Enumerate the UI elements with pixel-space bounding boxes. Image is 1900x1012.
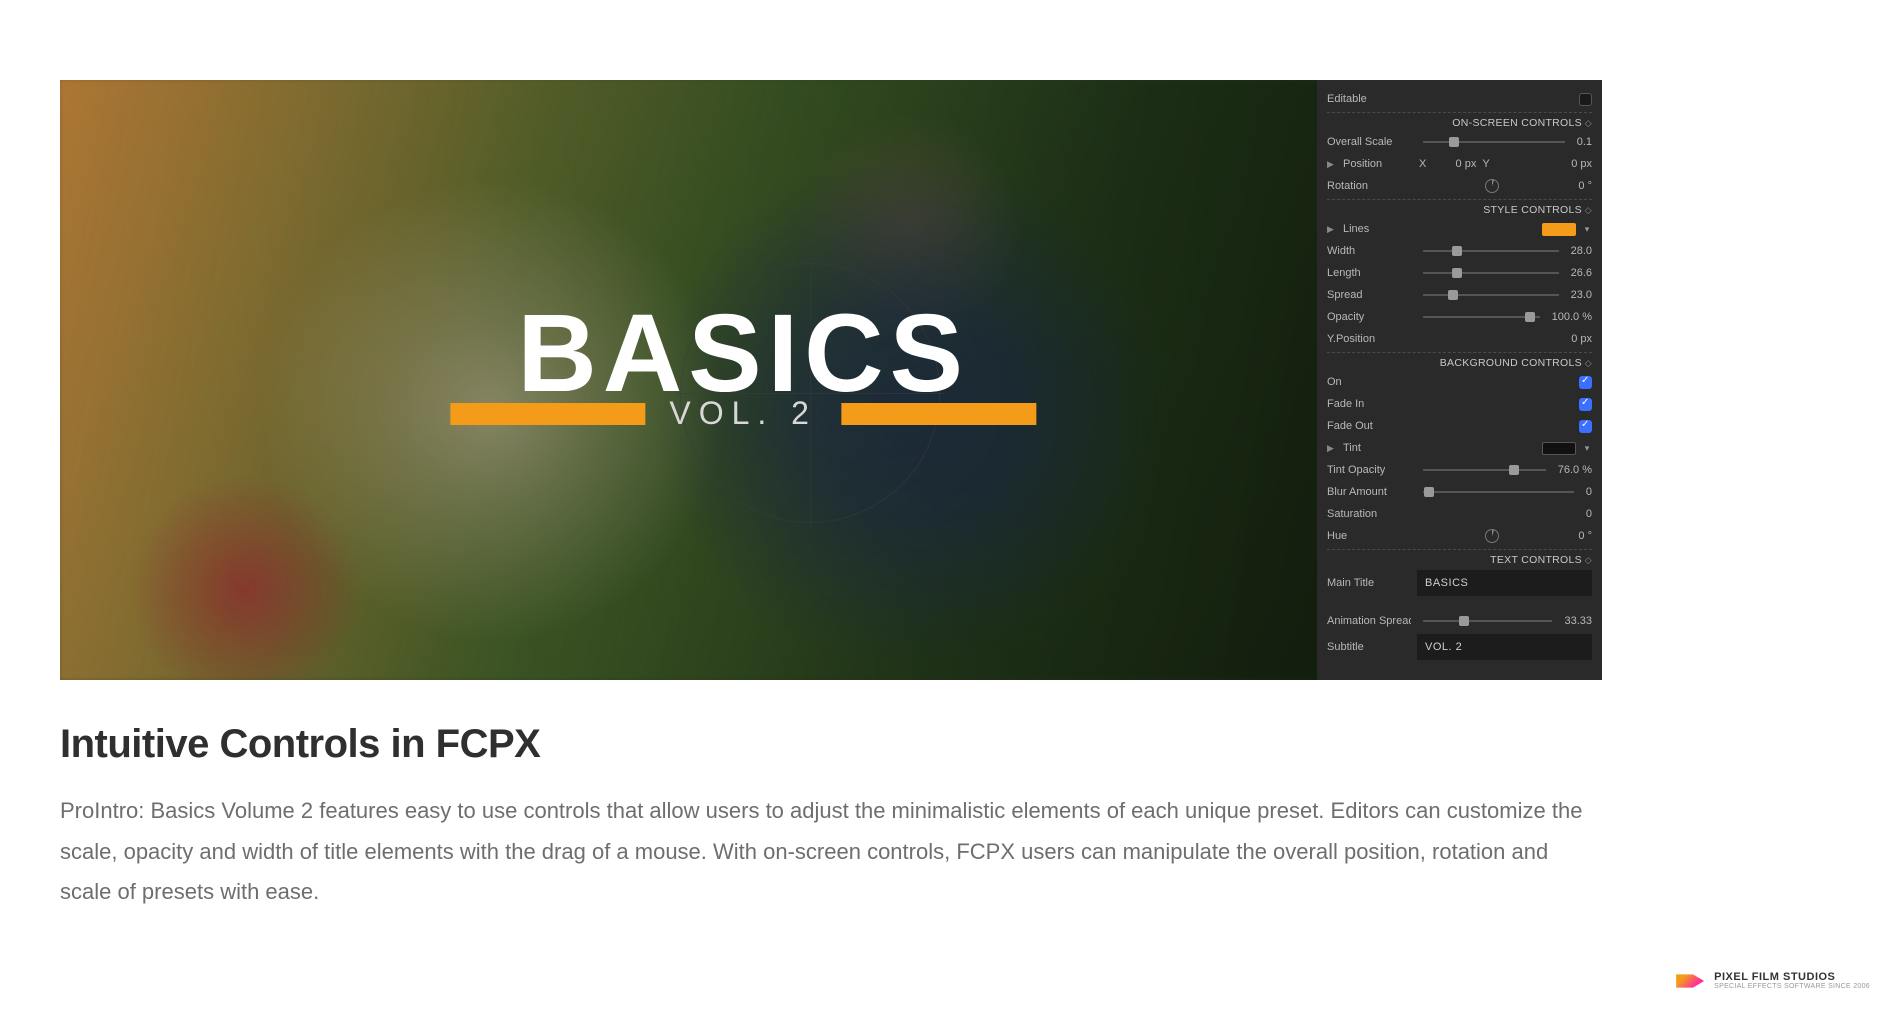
position-y-label: Y <box>1482 158 1489 170</box>
length-value[interactable]: 26.6 <box>1571 267 1592 279</box>
hue-label: Hue <box>1327 530 1411 542</box>
length-label: Length <box>1327 267 1411 279</box>
blur-amount-value[interactable]: 0 <box>1586 486 1592 498</box>
tint-label: Tint <box>1343 442 1413 454</box>
lines-color-swatch[interactable] <box>1542 223 1576 236</box>
brand-badge: PIXEL FILM STUDIOS SPECIAL EFFECTS SOFTW… <box>1676 970 1870 992</box>
animation-spread-slider[interactable] <box>1423 620 1552 622</box>
overall-scale-value[interactable]: 0.1 <box>1577 136 1592 148</box>
overall-scale-slider[interactable] <box>1423 141 1565 143</box>
section-onscreen-controls: ON-SCREEN CONTROLS <box>1327 117 1592 129</box>
article-heading: Intuitive Controls in FCPX <box>60 722 1620 767</box>
section-style-controls: STYLE CONTROLS <box>1327 204 1592 216</box>
opacity-value[interactable]: 100.0 % <box>1552 311 1592 323</box>
editable-label: Editable <box>1327 93 1411 105</box>
brand-name: PIXEL FILM STUDIOS <box>1714 971 1870 983</box>
spread-slider[interactable] <box>1423 294 1559 296</box>
preview-screenshot: BASICS VOL. 2 Editable ON-SCREEN CONTROL… <box>60 80 1602 680</box>
section-background-controls: BACKGROUND CONTROLS <box>1327 357 1592 369</box>
overall-scale-label: Overall Scale <box>1327 136 1411 148</box>
animation-spread-value[interactable]: 33.33 <box>1564 615 1592 627</box>
rotation-label: Rotation <box>1327 180 1411 192</box>
brand-tagline: SPECIAL EFFECTS SOFTWARE SINCE 2006 <box>1714 983 1870 991</box>
disclosure-triangle-icon[interactable]: ▶ <box>1327 224 1337 235</box>
spread-label: Spread <box>1327 289 1411 301</box>
disclosure-triangle-icon[interactable]: ▶ <box>1327 443 1337 454</box>
hue-dial[interactable] <box>1485 529 1499 543</box>
position-x-value[interactable]: 0 px <box>1432 158 1476 170</box>
fade-in-checkbox[interactable] <box>1579 398 1592 411</box>
subtitle-field-label: Subtitle <box>1327 641 1411 653</box>
width-value[interactable]: 28.0 <box>1571 245 1592 257</box>
bg-on-checkbox[interactable] <box>1579 376 1592 389</box>
blur-amount-label: Blur Amount <box>1327 486 1411 498</box>
chevron-down-icon[interactable]: ▾ <box>1582 224 1592 235</box>
overlay-main-title: BASICS <box>450 304 1036 403</box>
blur-amount-slider[interactable] <box>1423 491 1574 493</box>
overlay-bar-right <box>841 403 1036 425</box>
lines-label: Lines <box>1343 223 1413 235</box>
hue-value[interactable]: 0 ° <box>1578 530 1592 542</box>
fade-in-label: Fade In <box>1327 398 1411 410</box>
chevron-down-icon[interactable]: ▾ <box>1582 443 1592 454</box>
rotation-dial[interactable] <box>1485 179 1499 193</box>
editable-checkbox[interactable] <box>1579 93 1592 106</box>
overlay-bar-left <box>450 403 645 425</box>
overlay-subtitle: VOL. 2 <box>669 395 817 432</box>
yposition-value[interactable]: 0 px <box>1571 333 1592 345</box>
main-title-field-label: Main Title <box>1327 577 1411 589</box>
opacity-slider[interactable] <box>1423 316 1540 318</box>
position-label: Position <box>1343 158 1413 170</box>
subtitle-input[interactable]: VOL. 2 <box>1417 634 1592 660</box>
tint-opacity-label: Tint Opacity <box>1327 464 1411 476</box>
section-text-controls: TEXT CONTROLS <box>1327 554 1592 566</box>
fade-out-checkbox[interactable] <box>1579 420 1592 433</box>
opacity-label: Opacity <box>1327 311 1411 323</box>
animation-spread-label: Animation Spread <box>1327 615 1411 627</box>
main-title-input[interactable]: BASICS <box>1417 570 1592 596</box>
yposition-label: Y.Position <box>1327 333 1411 345</box>
saturation-label: Saturation <box>1327 508 1411 520</box>
tint-opacity-slider[interactable] <box>1423 469 1546 471</box>
article-body: ProIntro: Basics Volume 2 features easy … <box>60 791 1600 913</box>
fade-out-label: Fade Out <box>1327 420 1411 432</box>
brand-logo-icon <box>1676 970 1704 992</box>
width-slider[interactable] <box>1423 250 1559 252</box>
disclosure-triangle-icon[interactable]: ▶ <box>1327 159 1337 170</box>
length-slider[interactable] <box>1423 272 1559 274</box>
tint-color-swatch[interactable] <box>1542 442 1576 455</box>
bg-on-label: On <box>1327 376 1411 388</box>
saturation-value[interactable]: 0 <box>1586 508 1592 520</box>
spread-value[interactable]: 23.0 <box>1571 289 1592 301</box>
rotation-value[interactable]: 0 ° <box>1578 180 1592 192</box>
width-label: Width <box>1327 245 1411 257</box>
title-overlay: BASICS VOL. 2 <box>450 304 1036 432</box>
position-x-label: X <box>1419 158 1426 170</box>
position-y-value[interactable]: 0 px <box>1571 158 1592 170</box>
inspector-panel: Editable ON-SCREEN CONTROLS Overall Scal… <box>1317 80 1602 680</box>
tint-opacity-value[interactable]: 76.0 % <box>1558 464 1592 476</box>
